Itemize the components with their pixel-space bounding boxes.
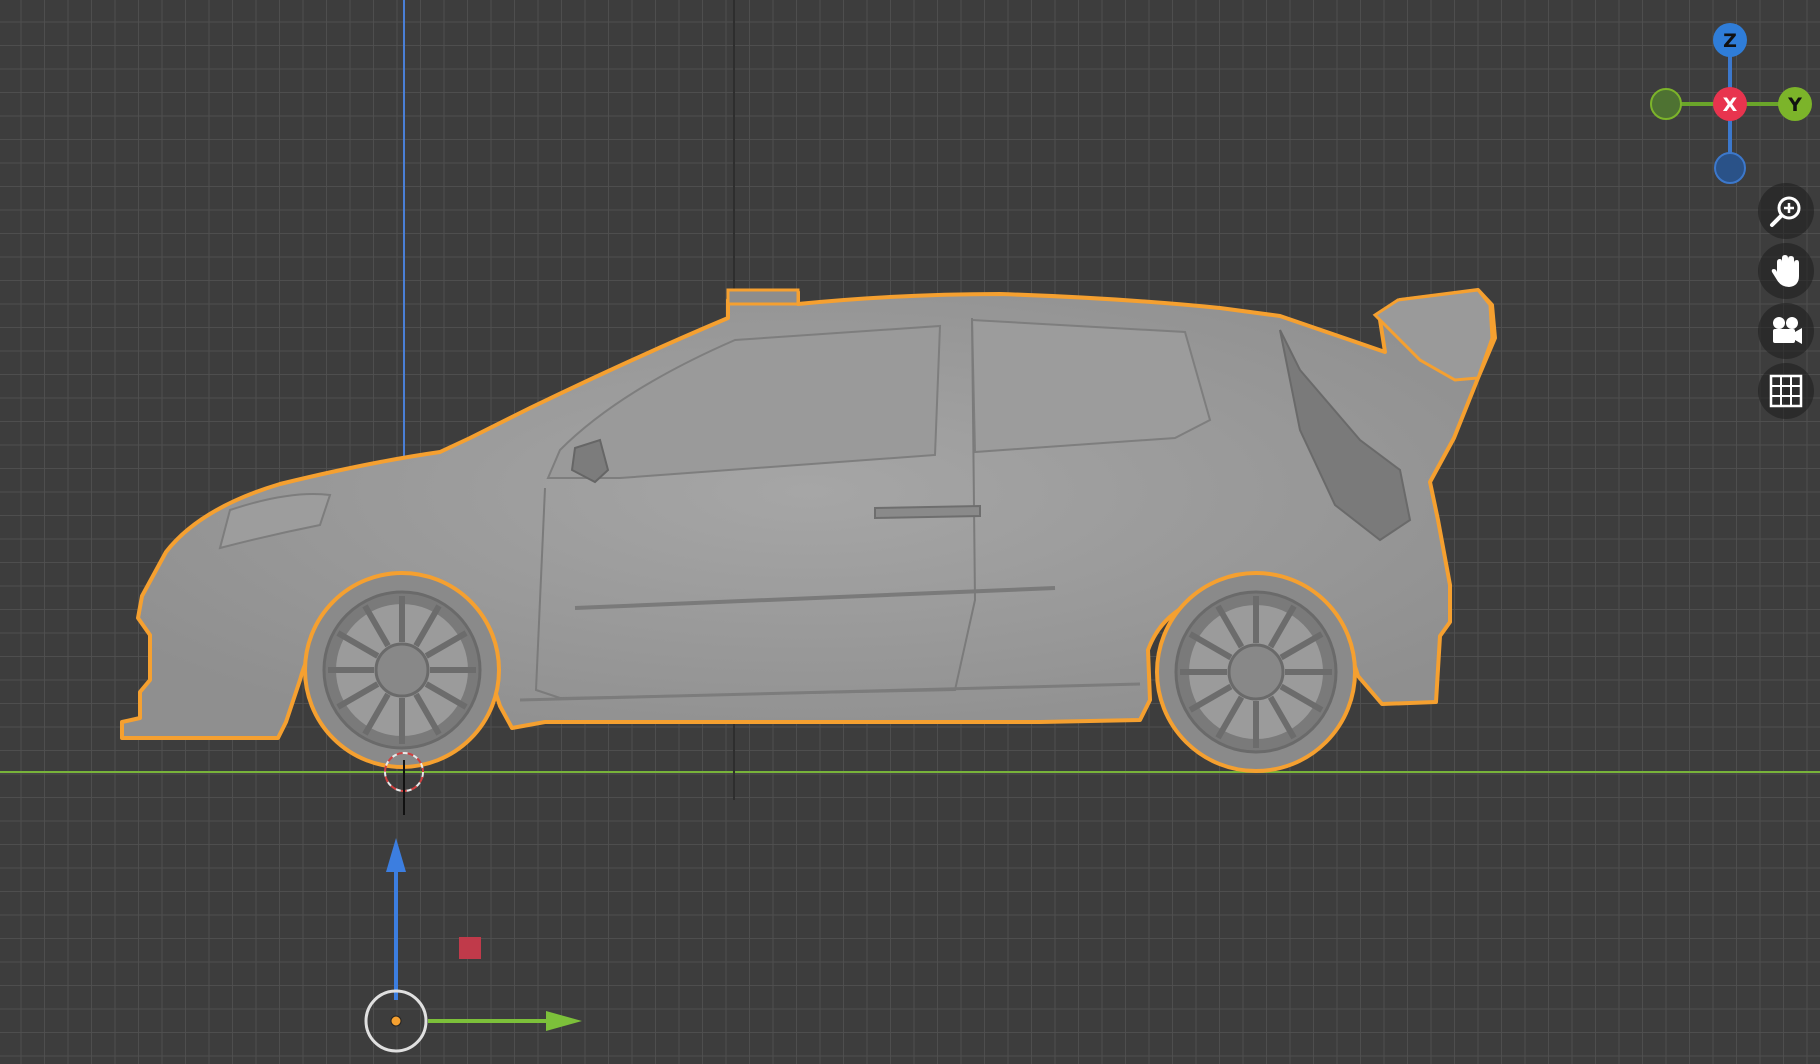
camera-icon (1773, 317, 1802, 344)
car-model[interactable] (120, 288, 1497, 773)
gizmo-x-handle[interactable]: X (1713, 87, 1747, 121)
pan-button[interactable] (1758, 243, 1814, 299)
gizmo-neg-z-handle[interactable] (1714, 152, 1746, 184)
scene-canvas[interactable]: Z Y X (0, 0, 1820, 1064)
svg-text:Y: Y (1787, 94, 1802, 116)
rear-window (970, 318, 1212, 454)
roof-vent (726, 288, 800, 306)
gizmo-plane-handle[interactable] (459, 937, 481, 959)
camera-view-button[interactable] (1758, 303, 1814, 359)
svg-text:Z: Z (1723, 30, 1737, 52)
object-origin (390, 1015, 402, 1027)
zoom-magnifier-icon (1770, 196, 1801, 227)
3d-viewport[interactable]: Z Y X (0, 0, 1820, 1064)
door-handle (874, 504, 981, 520)
perspective-toggle-button[interactable] (1758, 363, 1814, 419)
front-wheel (303, 571, 501, 769)
gizmo-y-arrowhead[interactable] (546, 1011, 582, 1031)
rear-wheel (1155, 571, 1357, 773)
svg-text:X: X (1723, 94, 1738, 116)
gizmo-neg-y-handle[interactable] (1650, 88, 1682, 120)
gizmo-z-arrowhead[interactable] (386, 838, 406, 872)
grid-icon (1769, 374, 1803, 408)
navigation-gizmo[interactable]: Z Y X (1650, 23, 1812, 184)
zoom-button[interactable] (1758, 183, 1814, 239)
transform-gizmo[interactable] (364, 838, 582, 1053)
gizmo-y-handle[interactable]: Y (1778, 87, 1812, 121)
hand-icon (1771, 255, 1799, 287)
gizmo-z-handle[interactable]: Z (1713, 23, 1747, 57)
